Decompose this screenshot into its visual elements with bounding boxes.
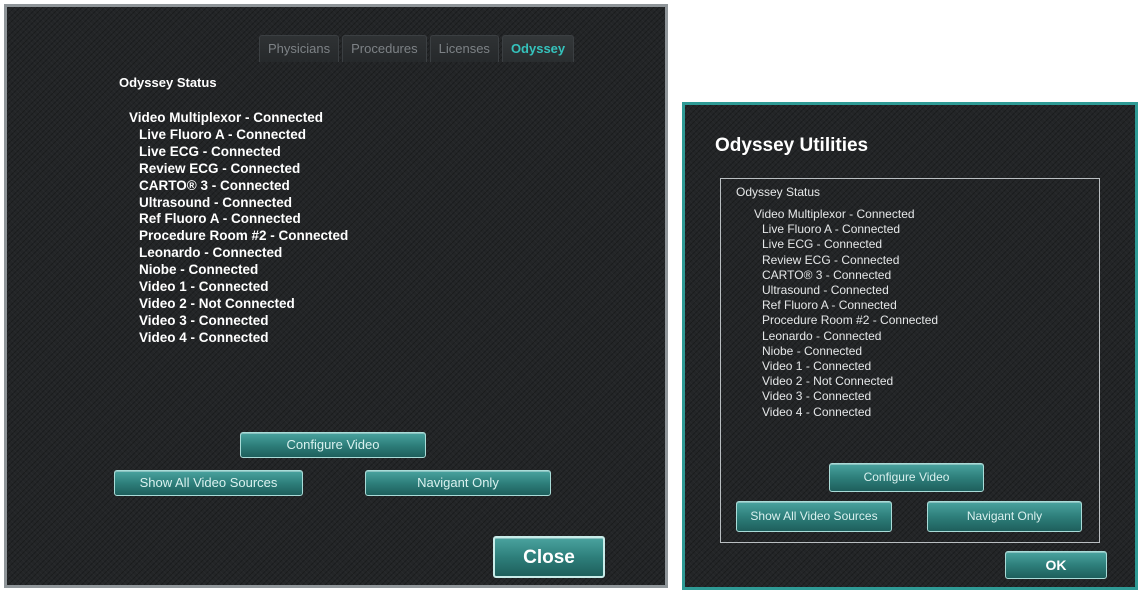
- status-item-video-2: Video 2 - Not Connected: [139, 295, 295, 311]
- status-item-procedure-room-2: Procedure Room #2 - Connected: [139, 228, 349, 244]
- status-item-carto-3: CARTO® 3 - Connected: [139, 177, 290, 193]
- status-item-ref-fluoro-a: Ref Fluoro A - Connected: [139, 211, 301, 227]
- status-item-ref-fluoro-a: Ref Fluoro A - Connected: [762, 298, 897, 313]
- status-item-live-fluoro-a: Live Fluoro A - Connected: [762, 222, 901, 237]
- tab-physicians[interactable]: Physicians: [259, 35, 340, 62]
- status-item-niobe: Niobe - Connected: [762, 343, 863, 358]
- tab-odyssey[interactable]: Odyssey: [501, 35, 575, 62]
- ok-button[interactable]: OK: [1005, 551, 1107, 579]
- tab-licenses[interactable]: Licenses: [429, 35, 499, 62]
- show-all-video-sources-button[interactable]: Show All Video Sources: [114, 470, 303, 496]
- tab-procedures[interactable]: Procedures: [342, 35, 427, 62]
- status-item-video-1: Video 1 - Connected: [762, 359, 872, 374]
- close-button[interactable]: Close: [493, 536, 605, 578]
- navigant-only-button[interactable]: Navigant Only: [927, 501, 1082, 532]
- status-item-carto-3: CARTO® 3 - Connected: [762, 267, 892, 282]
- configure-video-button[interactable]: Configure Video: [240, 432, 426, 458]
- status-item-leonardo: Leonardo - Connected: [762, 328, 882, 343]
- status-item-video-4: Video 4 - Connected: [139, 329, 269, 345]
- status-item-live-ecg: Live ECG - Connected: [762, 237, 883, 252]
- dialog-title: Odyssey Utilities: [715, 135, 869, 156]
- status-item-video-multiplexor: Video Multiplexor - Connected: [754, 207, 915, 221]
- odyssey-status-heading: Odyssey Status: [736, 185, 821, 199]
- settings-panel-odyssey-tab: Physicians Procedures Licenses Odyssey O…: [4, 4, 668, 588]
- show-all-video-sources-button[interactable]: Show All Video Sources: [736, 501, 892, 532]
- page: Physicians Procedures Licenses Odyssey O…: [0, 0, 1138, 594]
- status-item-procedure-room-2: Procedure Room #2 - Connected: [762, 313, 939, 328]
- odyssey-status-list: Video Multiplexor - Connected Live Fluor…: [754, 207, 938, 420]
- status-item-leonardo: Leonardo - Connected: [139, 245, 283, 261]
- odyssey-status-group: Odyssey Status Video Multiplexor - Conne…: [720, 178, 1100, 543]
- odyssey-status-heading: Odyssey Status: [119, 75, 217, 90]
- status-item-video-2: Video 2 - Not Connected: [762, 374, 894, 389]
- status-item-video-4: Video 4 - Connected: [762, 404, 872, 419]
- odyssey-utilities-dialog: Odyssey Utilities Odyssey Status Video M…: [682, 102, 1138, 590]
- status-item-video-3: Video 3 - Connected: [762, 389, 872, 404]
- odyssey-status-list: Video Multiplexor - Connected Live Fluor…: [129, 110, 348, 347]
- status-item-live-fluoro-a: Live Fluoro A - Connected: [139, 126, 307, 142]
- navigant-only-button[interactable]: Navigant Only: [365, 470, 551, 496]
- tab-bar: Physicians Procedures Licenses Odyssey: [259, 35, 575, 62]
- status-item-video-multiplexor: Video Multiplexor - Connected: [129, 110, 324, 125]
- configure-video-button[interactable]: Configure Video: [829, 463, 984, 492]
- status-item-video-1: Video 1 - Connected: [139, 279, 269, 295]
- status-item-ultrasound: Ultrasound - Connected: [762, 283, 889, 298]
- status-item-review-ecg: Review ECG - Connected: [762, 252, 900, 267]
- status-item-review-ecg: Review ECG - Connected: [139, 160, 301, 176]
- status-item-live-ecg: Live ECG - Connected: [139, 143, 281, 159]
- status-item-ultrasound: Ultrasound - Connected: [139, 194, 293, 210]
- status-item-video-3: Video 3 - Connected: [139, 312, 269, 328]
- status-item-niobe: Niobe - Connected: [139, 262, 259, 278]
